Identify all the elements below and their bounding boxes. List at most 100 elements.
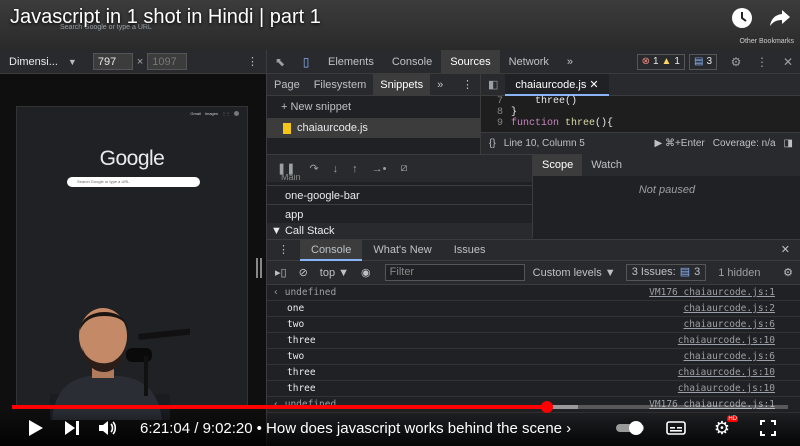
drawer-tab-console[interactable]: Console [300,239,363,261]
console-log-row: two chaiaurcode.js:6 [267,349,800,365]
toggle-navigator-icon[interactable]: ◧ [481,78,505,91]
cursor-position: Line 10, Column 5 [503,138,585,149]
thread-item[interactable]: app [267,204,532,224]
tab-console[interactable]: Console [383,50,441,74]
video-title[interactable]: Javascript in 1 shot in Hindi | part 1 [10,6,321,29]
device-toggle-icon[interactable]: ▯ [293,55,319,69]
more-navigator-tabs-icon[interactable]: » [430,74,450,96]
tab-network[interactable]: Network [500,50,558,74]
tab-scope[interactable]: Scope [533,154,583,176]
console-log-row: two chaiaurcode.js:6 [267,317,800,333]
console-log-row: one chaiaurcode.js:2 [267,301,800,317]
console-source-link[interactable]: chaiaurcode.js:10 [678,333,800,348]
error-badge[interactable]: ⊗ 1 ▲ 1 [636,53,685,70]
drawer-tabbar: ⋮ Console What's New Issues ✕ [267,239,800,261]
gmail-link[interactable]: Gmail [190,111,200,116]
console-source-link[interactable]: chaiaurcode.js:6 [683,317,800,332]
share-icon[interactable] [768,6,792,30]
caret-down-icon[interactable]: ▼ [68,57,77,67]
new-snippet-button[interactable]: + New snippet [267,96,480,118]
google-bar: Gmail Images ⋮⋮ [190,111,239,116]
pretty-print-button[interactable]: {} [481,138,504,149]
result-arrow-icon: ‹ [273,287,279,298]
tab-watch[interactable]: Watch [582,154,631,176]
tab-page[interactable]: Page [267,74,307,96]
drawer-tab-whats-new[interactable]: What's New [362,239,442,261]
live-expression-icon[interactable]: ◉ [355,266,377,279]
google-logo: Google [99,147,165,170]
inspect-element-icon[interactable]: ⬉ [267,55,293,69]
console-sidebar-icon[interactable]: ▸▯ [267,266,293,279]
video-progress-bar[interactable] [12,405,788,409]
height-input[interactable] [147,53,188,70]
console-source-link[interactable]: chaiaurcode.js:10 [678,381,800,396]
code-editor[interactable]: 7 three() 8} 9 function three(){ [480,96,800,132]
watch-later-icon[interactable] [730,6,754,30]
more-options-icon[interactable]: ⋮ [247,55,258,68]
issue-icon: ▤ [679,266,691,278]
subtitles-icon[interactable] [658,410,694,446]
clear-console-icon[interactable]: ⊘ [293,266,314,279]
chapter-title[interactable]: • How does javascript works behind the s… [257,420,572,437]
console-source-link[interactable]: chaiaurcode.js:2 [683,301,800,316]
devtools-tabbar: ⬉ ▯ Elements Console Sources Network » ⊗… [267,49,800,74]
google-search-box[interactable]: Search Google or type a URL [67,177,200,187]
run-snippet-button[interactable]: ▶ ⌘+Enter [655,138,705,149]
width-input[interactable] [92,53,133,70]
close-devtools-icon[interactable]: ✕ [775,55,800,69]
issues-badge[interactable]: 3 Issues: ▤ 3 [625,264,707,281]
drawer-tab-issues[interactable]: Issues [443,239,497,261]
other-bookmarks[interactable]: Other Bookmarks [740,38,794,45]
images-link[interactable]: Images [205,111,218,116]
console-source-link[interactable]: chaiaurcode.js:10 [678,365,800,380]
close-file-icon[interactable]: ✕ [589,79,598,91]
console-log-row: three chaiaurcode.js:10 [267,333,800,349]
time-display: 6:21:04 / 9:02:20 [140,419,253,437]
console-message: three [287,335,316,346]
call-stack-header[interactable]: ▼ Call Stack [267,223,532,239]
error-icon: ⊗ [641,56,650,67]
avatar[interactable] [234,111,239,116]
log-levels-dropdown[interactable]: Custom levels ▼ [533,267,616,279]
console-log: ‹ undefined VM176 chaiaurcode.js:1 one chaia… [267,285,800,413]
editor-file-tab[interactable]: chaiaurcode.js ✕ [505,73,609,96]
fullscreen-icon[interactable] [750,410,786,446]
video-frame[interactable]: Search Google or type a URL Other Bookma… [0,0,800,446]
drawer-menu-icon[interactable]: ⋮ [267,239,300,261]
console-source-link[interactable]: chaiaurcode.js:6 [683,349,800,364]
settings-gear-icon[interactable]: ⚙ [723,55,749,69]
tab-filesystem[interactable]: Filesystem [307,74,374,96]
snippet-file-item[interactable]: chaiaurcode.js [267,118,480,138]
console-settings-icon[interactable]: ⚙ [783,266,793,279]
info-count: 3 [706,56,712,67]
thread-item[interactable]: one-google-bar [267,185,532,205]
hidden-count: 1 hidden [718,266,761,279]
navigator-menu-icon[interactable]: ⋮ [455,74,480,96]
dimensions-dropdown[interactable]: Dimensi... [9,56,58,68]
apps-icon[interactable]: ⋮⋮ [222,111,230,116]
console-filter-input[interactable]: Filter [384,264,525,281]
dimension-separator: × [136,55,144,68]
autoplay-toggle[interactable] [612,410,648,446]
threads-main: Main [281,174,301,182]
step-into-icon[interactable]: ↓ [333,163,339,175]
more-tabs-icon[interactable]: » [558,50,582,74]
tab-elements[interactable]: Elements [319,50,383,74]
context-select[interactable]: top ▼ [314,267,355,279]
console-message: two [287,319,305,330]
step-out-icon[interactable]: ↑ [352,163,358,175]
info-badge[interactable]: ▤ 3 [688,53,717,70]
devtools-menu-icon[interactable]: ⋮ [749,55,775,69]
close-drawer-icon[interactable]: ✕ [770,239,800,261]
step-icon[interactable]: →• [372,163,387,175]
play-icon[interactable] [18,410,54,446]
next-video-icon[interactable] [54,410,90,446]
settings-icon[interactable]: ⚙ HD [704,410,740,446]
tab-sources[interactable]: Sources [441,49,500,74]
volume-icon[interactable] [90,410,126,446]
tab-snippets[interactable]: Snippets [373,73,431,96]
console-message: undefined [284,287,337,298]
sidebar-toggle-icon[interactable]: ◨ [776,138,800,149]
viewport-resize-handle[interactable] [256,258,262,278]
console-source-link[interactable]: VM176 chaiaurcode.js:1 [649,285,800,300]
